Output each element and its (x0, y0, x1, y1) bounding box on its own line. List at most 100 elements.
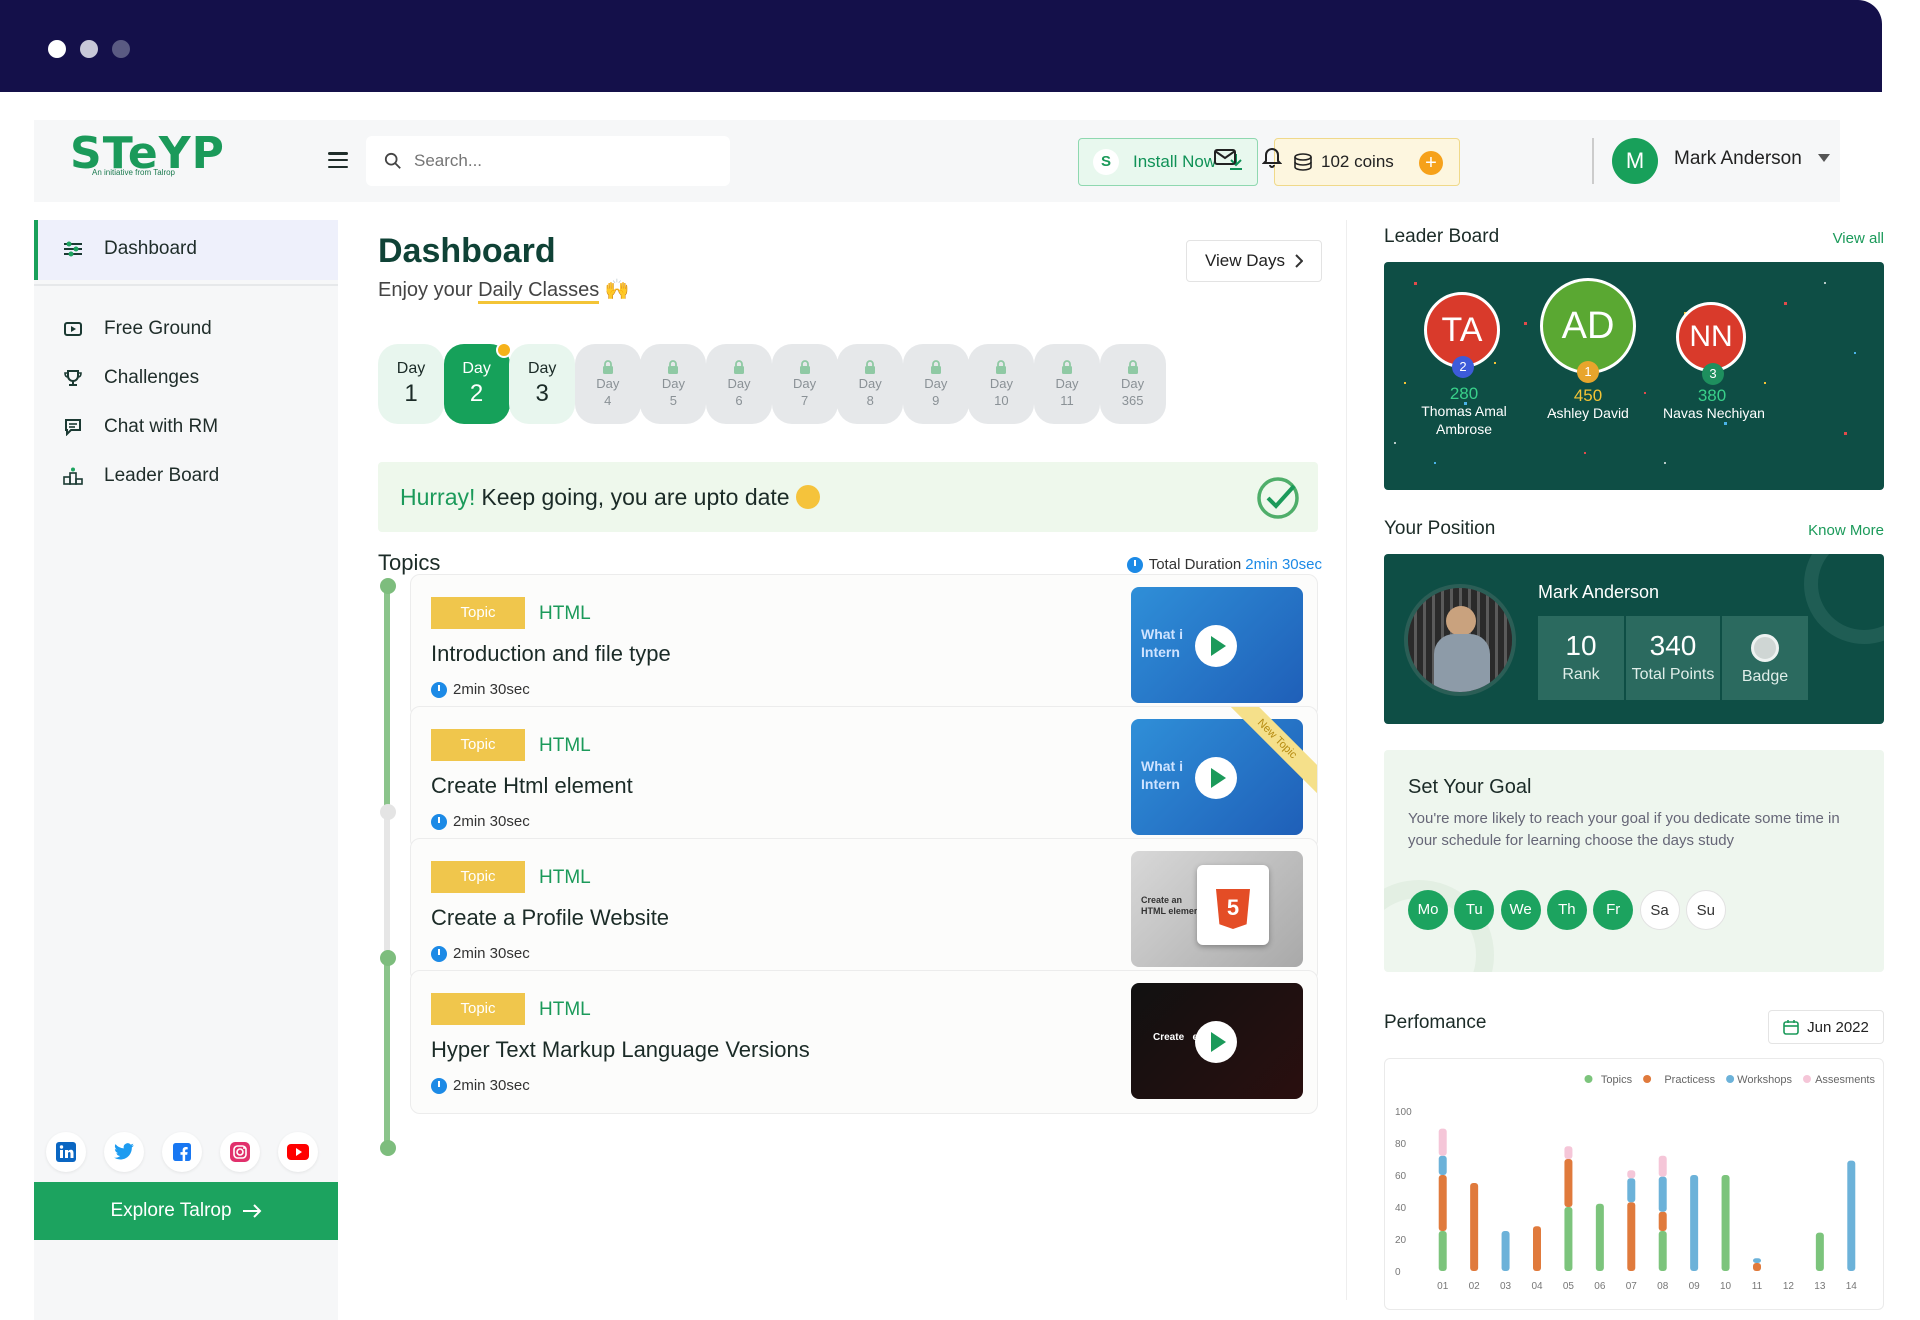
bar-practicess-11[interactable] (1753, 1263, 1761, 1271)
y-tick-label: 80 (1395, 1139, 1407, 1150)
bar-topics-10[interactable] (1721, 1175, 1730, 1271)
instagram-icon[interactable] (220, 1132, 260, 1172)
day-9-chip[interactable]: Day 9 (902, 344, 969, 424)
bar-assesments-07[interactable] (1627, 1170, 1636, 1179)
bar-assesments-01[interactable] (1438, 1128, 1447, 1156)
topic-card[interactable]: Topic HTML Create a Profile Website 2min 30… (410, 838, 1318, 982)
weekday-we[interactable]: We (1500, 890, 1541, 930)
topic-duration: 2min 30sec (431, 945, 530, 962)
weekday-th[interactable]: Th (1546, 890, 1587, 930)
bar-workshops-07[interactable] (1627, 1178, 1636, 1203)
sidebar-item-label: Leader Board (104, 465, 220, 486)
bar-practicess-01[interactable] (1438, 1175, 1447, 1231)
day-1-chip[interactable]: Day 1 (378, 344, 444, 424)
topic-card[interactable]: Topic HTML Create Html element 2min 30sec Wh… (410, 706, 1318, 850)
month-picker[interactable]: Jun 2022 (1768, 1010, 1884, 1044)
performance-title: Perfomance (1384, 1012, 1487, 1033)
mail-icon[interactable] (1214, 148, 1236, 166)
leader-points: 280 (1449, 384, 1479, 403)
window-minimize-dot[interactable] (80, 40, 98, 58)
bar-practicess-04[interactable] (1533, 1226, 1541, 1271)
day-10-chip[interactable]: Day 10 (968, 344, 1035, 424)
youtube-icon[interactable] (278, 1132, 318, 1172)
sidebar-item-free-ground[interactable]: Free Ground (62, 318, 212, 340)
search-icon (384, 152, 401, 169)
bar-workshops-14[interactable] (1847, 1160, 1856, 1271)
weekday-tu[interactable]: Tu (1454, 890, 1495, 930)
user-avatar[interactable]: M (1612, 138, 1658, 184)
new-topic-label: New Topic (1220, 707, 1317, 796)
bar-topics-13[interactable] (1815, 1232, 1824, 1271)
day-3-chip[interactable]: Day 3 (509, 344, 576, 424)
bar-assesments-08[interactable] (1658, 1155, 1667, 1177)
topic-duration-value: 2min 30sec (453, 813, 530, 830)
window-maximize-dot[interactable] (112, 40, 130, 58)
bar-workshops-08[interactable] (1658, 1176, 1667, 1212)
bar-practicess-08[interactable] (1658, 1211, 1667, 1231)
sidebar-item-leader-board[interactable]: Leader Board (62, 465, 219, 487)
leader-avatar[interactable]: AD (1540, 278, 1636, 374)
bar-workshops-11[interactable] (1753, 1258, 1761, 1263)
day-5-chip[interactable]: Day 5 (640, 344, 707, 424)
bar-practicess-05[interactable] (1564, 1159, 1573, 1207)
linkedin-icon[interactable] (46, 1132, 86, 1172)
leader-avatar[interactable]: NN (1676, 302, 1746, 372)
day-365-chip[interactable]: Day 365 (1099, 344, 1166, 424)
day-4-chip[interactable]: Day 4 (574, 344, 641, 424)
day-number: 8 (866, 393, 874, 408)
bar-practicess-02[interactable] (1470, 1183, 1479, 1271)
day-6-chip[interactable]: Day 6 (706, 344, 772, 424)
weekday-fr[interactable]: Fr (1593, 890, 1634, 930)
sidebar-item-challenges[interactable]: Challenges (62, 367, 199, 389)
bar-topics-01[interactable] (1438, 1231, 1447, 1271)
search-input[interactable] (414, 151, 714, 171)
bar-topics-05[interactable] (1564, 1207, 1573, 1271)
user-name[interactable]: Mark Anderson (1674, 148, 1802, 170)
video-thumbnail[interactable]: Create ebsite (1131, 983, 1303, 1099)
know-more-link[interactable]: Know More (1808, 522, 1884, 539)
window-close-dot[interactable] (48, 40, 66, 58)
coins-button[interactable]: 102 coins + (1274, 138, 1460, 186)
set-goal-card: Set Your Goal You're more likely to reac… (1384, 750, 1884, 972)
search-box[interactable] (366, 136, 730, 186)
bar-assesments-05[interactable] (1564, 1146, 1573, 1159)
bar-workshops-09[interactable] (1690, 1175, 1699, 1271)
menu-icon[interactable] (328, 152, 348, 168)
video-thumbnail[interactable]: What i Intern (1131, 587, 1303, 703)
topic-language: HTML (539, 603, 591, 624)
bar-workshops-03[interactable] (1501, 1231, 1510, 1271)
play-button-icon[interactable] (1195, 1021, 1237, 1063)
day-7-chip[interactable]: Day 7 (771, 344, 838, 424)
sidebar-item-chat-with-rm[interactable]: Chat with RM (62, 416, 218, 438)
new-topic-ribbon: New Topic (1217, 707, 1317, 807)
topic-card[interactable]: Topic HTML Introduction and file type 2min … (410, 574, 1318, 718)
weekday-mo[interactable]: Mo (1408, 890, 1448, 930)
bell-icon[interactable] (1262, 146, 1282, 168)
day-8-chip[interactable]: Day 8 (837, 344, 904, 424)
topic-card[interactable]: Topic HTML Hyper Text Markup Language Vers… (410, 970, 1318, 1114)
weekday-su[interactable]: Su (1685, 890, 1726, 930)
bar-topics-08[interactable] (1658, 1231, 1667, 1271)
facebook-icon[interactable] (162, 1132, 202, 1172)
add-coins-icon[interactable]: + (1419, 151, 1443, 175)
twitter-icon[interactable] (104, 1132, 144, 1172)
weekday-sa[interactable]: Sa (1639, 890, 1680, 930)
view-days-button[interactable]: View Days (1186, 240, 1322, 282)
leaderboard-title: Leader Board (1384, 226, 1500, 247)
browser-title-bar (0, 0, 1882, 92)
goal-description: You're more likely to reach your goal if… (1408, 810, 1840, 849)
view-all-link[interactable]: View all (1833, 230, 1884, 247)
explore-talrop-button[interactable]: Explore Talrop (34, 1182, 338, 1240)
bar-practicess-07[interactable] (1627, 1202, 1636, 1271)
bar-topics-06[interactable] (1595, 1203, 1604, 1271)
hurray-word: Hurray! (400, 483, 476, 510)
video-thumbnail[interactable]: Create an HTML element 5 (1131, 851, 1303, 967)
legend-label: Topics (1601, 1074, 1633, 1086)
lock-icon (799, 360, 810, 374)
chevron-down-icon[interactable] (1818, 154, 1830, 162)
day-2-chip[interactable]: Day 2 (443, 344, 512, 424)
play-button-icon[interactable] (1195, 625, 1237, 667)
bar-workshops-01[interactable] (1438, 1155, 1447, 1175)
day-11-chip[interactable]: Day 11 (1034, 344, 1100, 424)
sidebar-item-dashboard[interactable]: Dashboard (62, 238, 197, 260)
